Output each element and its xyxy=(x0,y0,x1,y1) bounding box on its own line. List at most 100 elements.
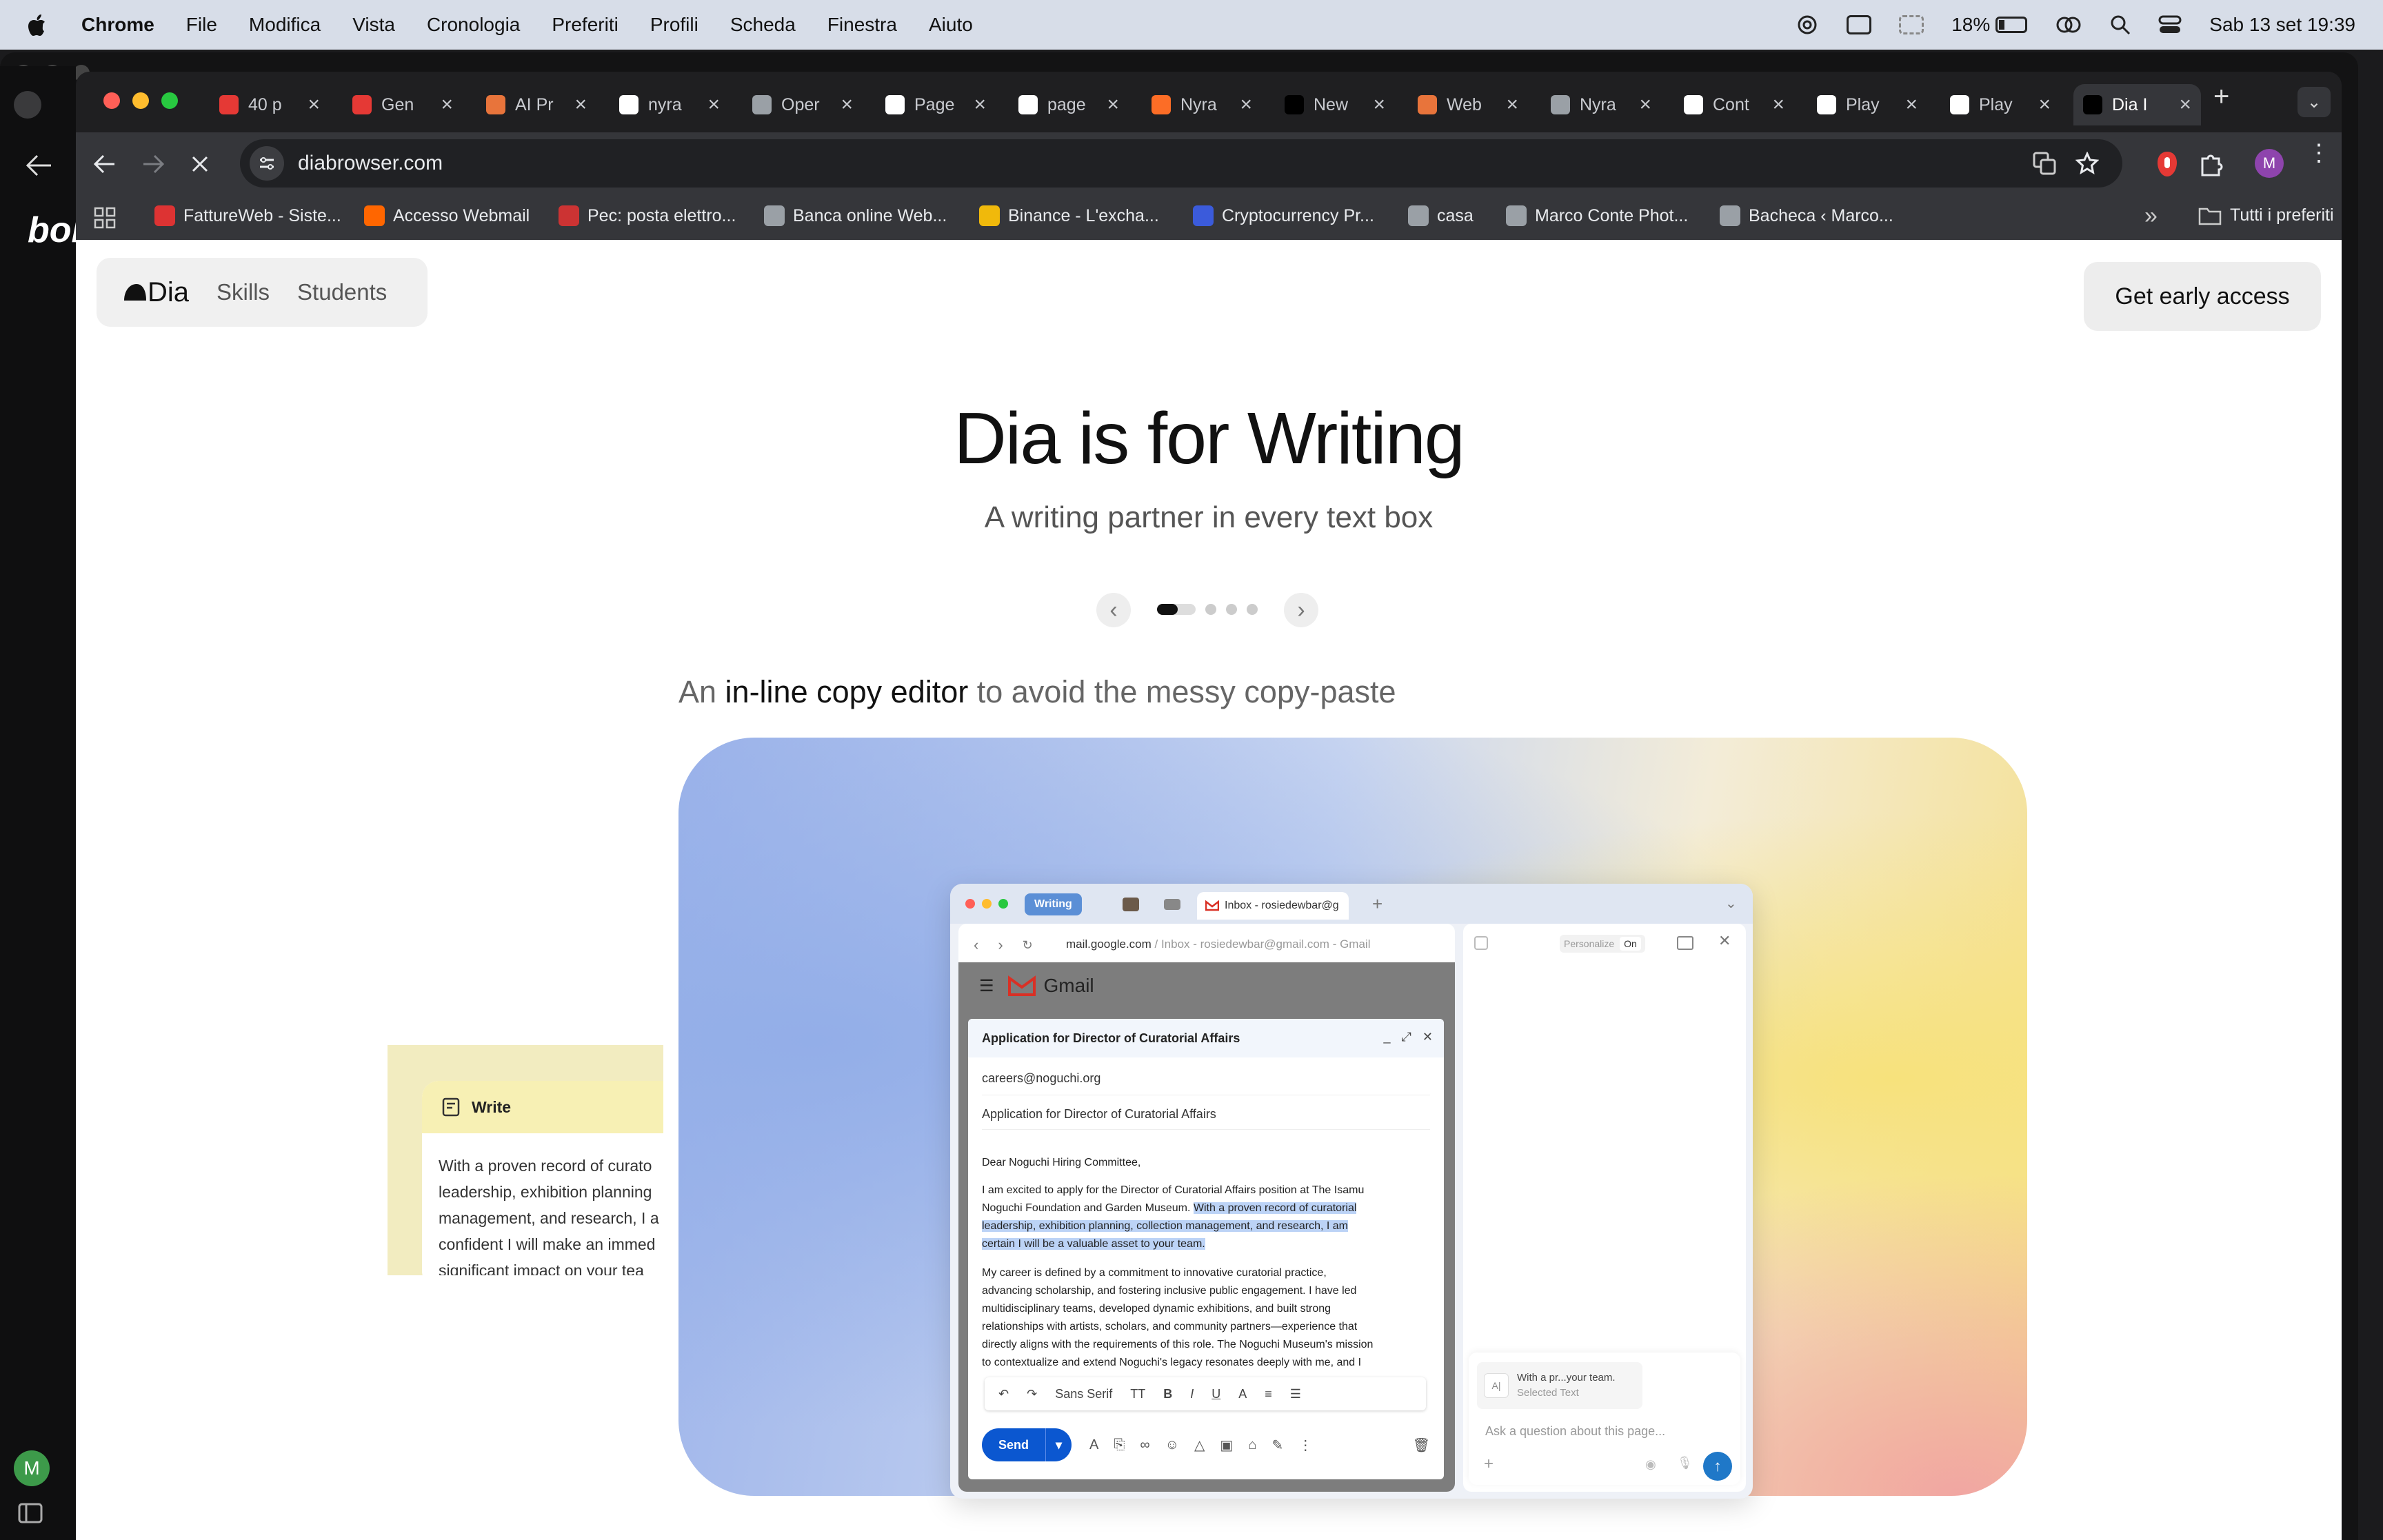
nav-skills[interactable]: Skills xyxy=(217,279,270,305)
compose-icon[interactable] xyxy=(1474,936,1488,950)
tab-close-icon[interactable]: × xyxy=(1506,93,1518,116)
tab-search-button[interactable]: ⌄ xyxy=(2297,87,2331,117)
tab-10[interactable]: Nyra × xyxy=(1541,84,1658,125)
tab-9[interactable]: Web × xyxy=(1408,84,1525,125)
all-bookmarks-folder[interactable]: Tutti i preferiti xyxy=(2198,205,2334,225)
send-question-button[interactable]: ↑ xyxy=(1703,1452,1732,1481)
add-context-icon[interactable]: + xyxy=(1484,1455,1494,1474)
tab-close-icon[interactable]: × xyxy=(1905,93,1918,116)
menu-finestra[interactable]: Finestra xyxy=(827,14,897,36)
tab-close-icon[interactable]: × xyxy=(2038,93,2051,116)
carousel-dot-active[interactable] xyxy=(1157,604,1196,615)
tab-close-icon[interactable]: × xyxy=(1240,93,1252,116)
bookmark-item[interactable]: Binance - L'excha... xyxy=(979,205,1159,226)
tab-close-icon[interactable]: × xyxy=(574,93,587,116)
apps-grid-icon[interactable] xyxy=(94,207,116,229)
bookmark-item[interactable]: FattureWeb - Siste... xyxy=(154,205,341,226)
tab-11[interactable]: Cont × xyxy=(1674,84,1791,125)
lock-icon[interactable]: ⌂ xyxy=(1248,1437,1256,1453)
send-button[interactable]: Send ▾ xyxy=(982,1428,1072,1461)
bookmark-item[interactable]: Banca online Web... xyxy=(764,205,947,226)
tab-14[interactable]: Dia I × xyxy=(2073,84,2201,125)
stage-manager-icon[interactable] xyxy=(1899,15,1924,34)
photo-icon[interactable]: ▣ xyxy=(1220,1437,1233,1454)
link-icon[interactable]: ∞ xyxy=(1140,1437,1149,1453)
carousel-next-button[interactable]: › xyxy=(1284,593,1318,627)
formatting-icon[interactable]: A xyxy=(1089,1437,1098,1453)
font-size-icon[interactable]: TT xyxy=(1130,1387,1145,1401)
demo-writing-tab[interactable]: Writing xyxy=(1025,893,1082,915)
selected-text-chip[interactable]: A| With a pr...your team. Selected Text xyxy=(1477,1362,1642,1409)
menu-scheda[interactable]: Scheda xyxy=(730,14,796,36)
tab-5[interactable]: Page × xyxy=(876,84,993,125)
compose-subject-field[interactable]: Application for Director of Curatorial A… xyxy=(982,1107,1216,1122)
extensions-puzzle-icon[interactable] xyxy=(2200,152,2224,176)
drive-icon[interactable]: △ xyxy=(1194,1437,1205,1454)
new-tab-button[interactable]: + xyxy=(2213,81,2229,112)
menu-cronologia[interactable]: Cronologia xyxy=(427,14,520,36)
send-options-icon[interactable]: ▾ xyxy=(1045,1428,1072,1461)
tab-close-icon[interactable]: × xyxy=(2179,93,2191,116)
menubar-clock[interactable]: Sab 13 set 19:39 xyxy=(2209,14,2355,36)
carousel-dot[interactable] xyxy=(1226,604,1237,615)
tab-close-icon[interactable]: × xyxy=(707,93,720,116)
tab-1[interactable]: Gen × xyxy=(343,84,460,125)
font-select[interactable]: Sans Serif xyxy=(1055,1387,1112,1401)
bookmark-star-icon[interactable] xyxy=(2075,152,2099,175)
close-pane-icon[interactable]: ✕ xyxy=(1718,932,1731,950)
tab-close-icon[interactable]: × xyxy=(1107,93,1119,116)
carousel-dot[interactable] xyxy=(1205,604,1216,615)
layout-icon[interactable] xyxy=(1677,936,1693,950)
menu-file[interactable]: File xyxy=(186,14,217,36)
avatar[interactable]: M xyxy=(14,1450,50,1486)
carousel-prev-button[interactable]: ‹ xyxy=(1096,593,1131,627)
bookmark-item[interactable]: Bacheca ‹ Marco... xyxy=(1720,205,1893,226)
ask-input[interactable]: Ask a question about this page... xyxy=(1485,1424,1665,1439)
back-arrow-icon[interactable] xyxy=(25,153,52,178)
italic-icon[interactable]: I xyxy=(1190,1387,1194,1401)
menu-app-name[interactable]: Chrome xyxy=(81,14,154,36)
spotlight-search-icon[interactable] xyxy=(2110,14,2131,35)
underline-icon[interactable]: U xyxy=(1211,1387,1220,1401)
menu-aiuto[interactable]: Aiuto xyxy=(929,14,973,36)
personalize-toggle[interactable]: Personalize On xyxy=(1560,935,1645,953)
forward-icon[interactable] xyxy=(141,153,165,175)
tab-close-icon[interactable]: × xyxy=(1639,93,1651,116)
align-icon[interactable]: ≡ xyxy=(1265,1387,1272,1401)
sidebar-toggle-icon[interactable] xyxy=(18,1503,43,1523)
bookmark-item[interactable]: Pec: posta elettro... xyxy=(559,205,736,226)
list-icon[interactable]: ☰ xyxy=(1290,1387,1301,1401)
menu-profili[interactable]: Profili xyxy=(650,14,698,36)
close-window-button[interactable] xyxy=(103,92,120,109)
undo-icon[interactable]: ↶ xyxy=(998,1387,1009,1401)
tab-close-icon[interactable]: × xyxy=(308,93,320,116)
tab-3[interactable]: nyra × xyxy=(610,84,727,125)
tab-6[interactable]: page × xyxy=(1009,84,1126,125)
tab-7[interactable]: Nyra × xyxy=(1142,84,1259,125)
tab-4[interactable]: Oper × xyxy=(743,84,860,125)
menu-modifica[interactable]: Modifica xyxy=(249,14,321,36)
redo-icon[interactable]: ↷ xyxy=(1027,1387,1037,1401)
back-icon[interactable] xyxy=(92,153,117,175)
screen-mirroring-icon[interactable] xyxy=(2055,14,2082,35)
camera-icon[interactable]: ◉ xyxy=(1645,1457,1656,1472)
compose-to-field[interactable]: careers@noguchi.org xyxy=(982,1071,1100,1086)
tab-12[interactable]: Play × xyxy=(1807,84,1924,125)
compose-window-controls[interactable]: _ ⤢ ✕ xyxy=(1383,1030,1433,1044)
bookmark-item[interactable]: Cryptocurrency Pr... xyxy=(1193,205,1374,226)
tab-8[interactable]: New × xyxy=(1275,84,1392,125)
extension-red-icon[interactable] xyxy=(2155,150,2179,178)
carousel-dot[interactable] xyxy=(1247,604,1258,615)
chatgpt-status-icon[interactable] xyxy=(1796,13,1819,37)
battery-status[interactable]: 18% xyxy=(1951,14,2028,36)
chrome-menu-icon[interactable]: ⋮ xyxy=(2307,141,2331,165)
menu-preferiti[interactable]: Preferiti xyxy=(552,14,618,36)
nav-students[interactable]: Students xyxy=(297,279,387,305)
more-icon[interactable]: ⋮ xyxy=(1298,1437,1312,1454)
minimize-window-button[interactable] xyxy=(132,92,149,109)
dia-logo[interactable]: Dia xyxy=(123,277,189,308)
tab-13[interactable]: Play × xyxy=(1940,84,2058,125)
tab-0[interactable]: 40 p × xyxy=(210,84,327,125)
emoji-icon[interactable]: ☺ xyxy=(1165,1437,1179,1453)
microphone-icon[interactable]: 🎙 xyxy=(1677,1456,1693,1470)
